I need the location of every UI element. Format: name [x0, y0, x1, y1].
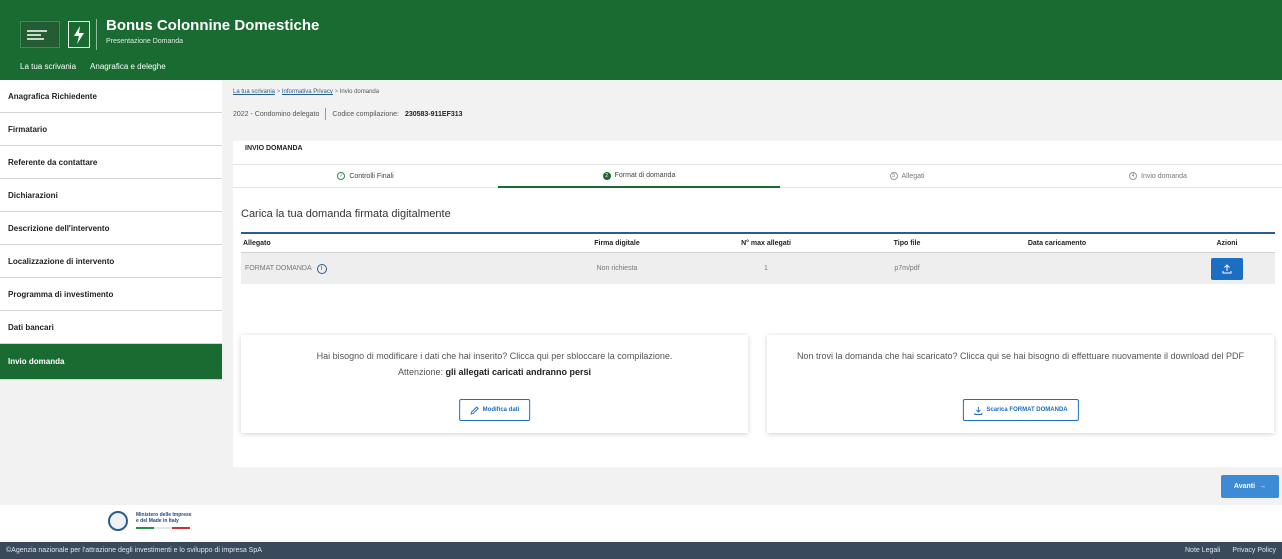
- lightning-bolt-icon: [68, 21, 90, 48]
- download-icon: [973, 406, 982, 415]
- step-controlli-finali[interactable]: ✓ Controlli Finali: [233, 165, 498, 187]
- scarica-format-label: Scarica FORMAT DOMANDA: [986, 407, 1068, 413]
- breadcrumb: La tua scrivania > Informativa Privacy >…: [233, 89, 380, 95]
- arrow-right-icon: →: [1259, 483, 1267, 490]
- app-header: Bonus Colonnine Domestiche Presentazione…: [0, 0, 1282, 80]
- modify-data-panel: Hai bisogno di modificare i dati che hai…: [241, 335, 748, 433]
- cell-tipo: p7m/pdf: [894, 265, 920, 272]
- scarica-format-button[interactable]: Scarica FORMAT DOMANDA: [962, 399, 1079, 421]
- app-title: Bonus Colonnine Domestiche: [106, 17, 320, 34]
- cell-azioni: [1187, 253, 1267, 284]
- cell-max: 1: [764, 265, 768, 272]
- top-nav: La tua scrivania Anagrafica e deleghe: [20, 62, 166, 71]
- sidebar-item-invio-domanda[interactable]: Invio domanda: [0, 344, 222, 380]
- modify-panel-warning: Attenzione: gli allegati caricati andran…: [241, 364, 748, 380]
- step-label: Invio domanda: [1141, 172, 1187, 180]
- agency-logo-icon: [20, 21, 60, 48]
- breadcrumb-informativa-privacy[interactable]: Informativa Privacy: [282, 89, 333, 95]
- code-label: Codice compilazione:: [332, 110, 399, 118]
- step-number-icon: 2: [602, 171, 611, 180]
- footer-link-privacy-policy[interactable]: Privacy Policy: [1232, 547, 1276, 554]
- sidebar-item-referente[interactable]: Referente da contattare: [0, 146, 222, 179]
- tricolor-stripe: [136, 527, 190, 529]
- cell-data: [992, 253, 1122, 284]
- step-allegati[interactable]: 3 Allegati: [780, 165, 1034, 187]
- sidebar-item-programma-investimento[interactable]: Programma di investimento: [0, 278, 222, 311]
- footer-copyright: ©Agenzia nazionale per l'attrazione degl…: [6, 547, 262, 554]
- col-tipo-file: Tipo file: [893, 239, 921, 247]
- upload-button[interactable]: [1211, 257, 1243, 280]
- avanti-button[interactable]: Avanti →: [1221, 475, 1279, 498]
- code-value: 230583-911EF313: [404, 110, 463, 118]
- ministry-logo-text[interactable]: Ministero delle Imprese e del Made in It…: [136, 512, 192, 524]
- col-data-caricamento: Data caricamento: [1027, 239, 1087, 247]
- step-format-domanda[interactable]: 2 Format di domanda: [498, 165, 780, 188]
- cell-allegato: FORMAT DOMANDA i: [245, 253, 327, 284]
- col-firma-digitale: Firma digitale: [594, 239, 640, 247]
- app-subtitle: Presentazione Domanda: [106, 38, 184, 45]
- header-divider: [96, 19, 97, 50]
- info-icon[interactable]: i: [316, 263, 327, 274]
- sidebar-item-anagrafica-richiedente[interactable]: Anagrafica Richiedente: [0, 80, 222, 113]
- attachment-name: FORMAT DOMANDA: [245, 265, 312, 272]
- cell-firma: Non richiesta: [596, 265, 638, 272]
- upload-section-title: Carica la tua domanda firmata digitalmen…: [241, 208, 451, 220]
- sidebar-item-descrizione-intervento[interactable]: Descrizione dell'intervento: [0, 212, 222, 245]
- year-type: 2022 - Condomino delegato: [233, 110, 320, 118]
- sidebar-item-localizzazione[interactable]: Localizzazione di intervento: [0, 245, 222, 278]
- footer-link-note-legali[interactable]: Note Legali: [1185, 547, 1220, 554]
- step-number-icon: 4: [1129, 172, 1138, 180]
- application-meta: 2022 - Condomino delegato Codice compila…: [233, 108, 463, 120]
- check-circle-icon: ✓: [337, 172, 346, 180]
- modifica-dati-label: Modifica dati: [482, 407, 520, 413]
- brand-logo[interactable]: [20, 21, 93, 48]
- italian-republic-emblem-icon: [108, 511, 128, 531]
- col-allegato: Allegato: [243, 239, 271, 247]
- table-row: FORMAT DOMANDA i Non richiesta 1 p7m/pdf: [241, 253, 1275, 284]
- footer-links: Note Legali Privacy Policy: [1185, 547, 1276, 554]
- ministry-line2: e del Made in Italy: [136, 518, 179, 524]
- col-max-allegati: N° max allegati: [741, 239, 791, 247]
- nav-la-tua-scrivania[interactable]: La tua scrivania: [20, 62, 76, 71]
- breadcrumb-scrivania[interactable]: La tua scrivania: [233, 89, 275, 95]
- download-panel-text: Non trovi la domanda che hai scaricato? …: [796, 351, 1245, 361]
- sidebar-item-dati-bancari[interactable]: Dati bancari: [0, 311, 222, 344]
- sidebar-item-dichiarazioni[interactable]: Dichiarazioni: [0, 179, 222, 212]
- step-invio-domanda[interactable]: 4 Invio domanda: [1034, 165, 1282, 187]
- invio-domanda-card: INVIO DOMANDA ✓ Controlli Finali 2 Forma…: [233, 141, 1282, 467]
- sidebar: Anagrafica Richiedente Firmatario Refere…: [0, 80, 222, 380]
- footer-bar: ©Agenzia nazionale per l'attrazione degl…: [0, 542, 1282, 559]
- stepper: ✓ Controlli Finali 2 Format di domanda 3…: [233, 164, 1282, 188]
- step-label: Allegati: [901, 172, 925, 180]
- table-header: Allegato Firma digitale N° max allegati …: [241, 232, 1275, 253]
- col-azioni: Azioni: [1216, 239, 1238, 247]
- modifica-dati-button[interactable]: Modifica dati: [458, 399, 531, 421]
- step-label: Format di domanda: [614, 172, 676, 179]
- breadcrumb-current: Invio domanda: [339, 89, 380, 95]
- card-title: INVIO DOMANDA: [245, 145, 303, 152]
- upload-icon: [1222, 263, 1232, 273]
- attention-label: Attenzione:: [397, 367, 443, 377]
- step-label: Controlli Finali: [349, 172, 394, 180]
- attention-text: gli allegati caricati andranno persi: [445, 367, 592, 377]
- sidebar-item-firmatario[interactable]: Firmatario: [0, 113, 222, 146]
- pencil-icon: [470, 405, 479, 415]
- footer-brand-strip: [0, 505, 1282, 542]
- attachments-table: Allegato Firma digitale N° max allegati …: [241, 232, 1275, 284]
- nav-anagrafica-deleghe[interactable]: Anagrafica e deleghe: [90, 62, 166, 71]
- modify-panel-text: Hai bisogno di modificare i dati che hai…: [316, 351, 673, 361]
- step-number-icon: 3: [889, 172, 898, 180]
- avanti-label: Avanti: [1233, 483, 1256, 490]
- download-pdf-panel: Non trovi la domanda che hai scaricato? …: [767, 335, 1274, 433]
